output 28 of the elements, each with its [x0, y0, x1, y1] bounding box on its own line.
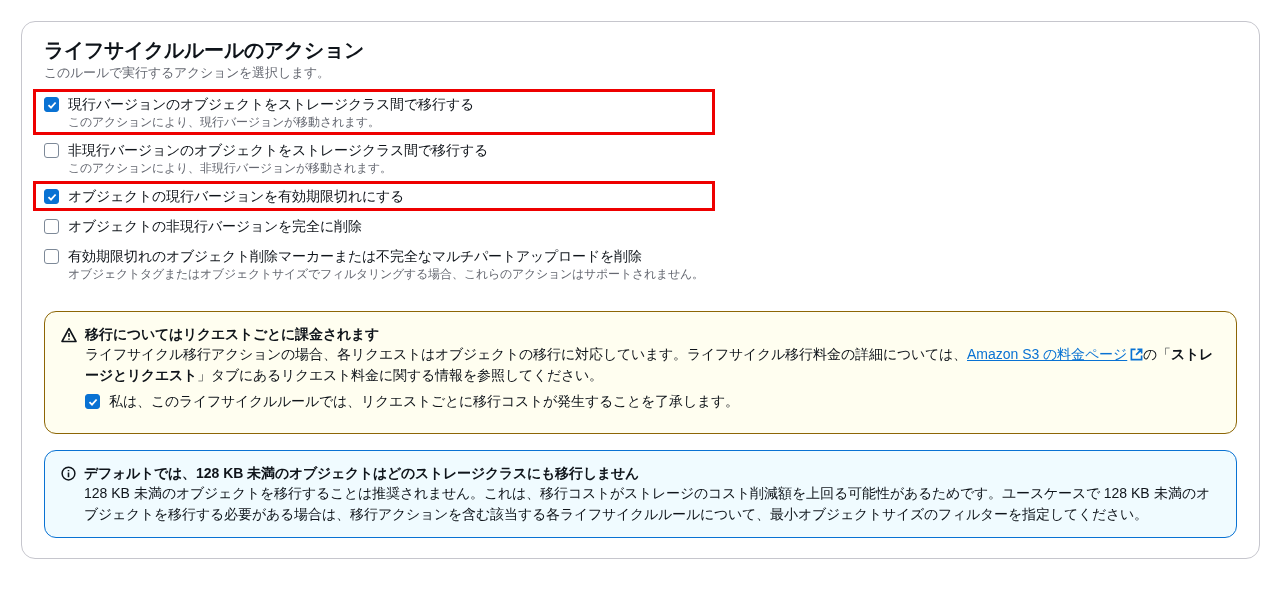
- alert-text: 128 KB 未満のオブジェクトを移行することは推奨されません。これは、移行コストがストレージのコスト削減額を上回る可能性があるためです。ユースケースで 128 KB 未満のオブジェクトを移行する必要がある場合は、移行アクションを含む該当する各ライフサイクルルールについて、最小オブジェクトサイズのフィルターを指定してください。: [84, 484, 1211, 524]
- checkbox[interactable]: [44, 143, 59, 158]
- checkbox[interactable]: [44, 249, 59, 264]
- checkbox[interactable]: [85, 394, 100, 409]
- checkbox[interactable]: [44, 219, 59, 234]
- section-title: ライフサイクルルールのアクション: [44, 38, 364, 63]
- option-label[interactable]: オブジェクトの現行バージョンを有効期限切れにする: [68, 186, 404, 206]
- alert-title: 移行についてはリクエストごとに課金されます: [85, 325, 380, 344]
- option-hint: オブジェクトタグまたはオブジェクトサイズでフィルタリングする場合、これらのアクションはサポートされません。: [68, 266, 704, 282]
- section-description: このルールで実行するアクションを選択します。: [44, 64, 330, 82]
- alert-title: デフォルトでは、128 KB 未満のオブジェクトはどのストレージクラスにも移行しません: [84, 464, 641, 483]
- pricing-link[interactable]: Amazon S3 の料金ページ: [967, 344, 1144, 365]
- option-label[interactable]: オブジェクトの非現行バージョンを完全に削除: [68, 216, 362, 236]
- checkmark-icon: [46, 99, 57, 110]
- alert-text: ライフサイクル移行アクションの場合、各リクエストはオブジェクトの移行に対応しています。ライフサイクル移行料金の詳細については、Amazon S3 の料金ページ の「ストレージとリクエスト」タブにあるリクエスト料金に関する情報を参照してください。: [85, 344, 1215, 385]
- checkbox[interactable]: [44, 97, 59, 112]
- checkmark-icon: [46, 191, 57, 202]
- option-hint: このアクションにより、非現行バージョンが移動されます。: [68, 160, 393, 176]
- option-label[interactable]: 現行バージョンのオブジェクトをストレージクラス間で移行する: [68, 94, 474, 114]
- warning-icon: [61, 327, 77, 343]
- checkmark-icon: [87, 396, 98, 407]
- option-hint: このアクションにより、現行バージョンが移動されます。: [68, 114, 381, 130]
- acknowledge-label[interactable]: 私は、このライフサイクルルールでは、リクエストごとに移行コストが発生することを了承します。: [109, 391, 739, 411]
- info-icon: [61, 466, 76, 481]
- option-label[interactable]: 有効期限切れのオブジェクト削除マーカーまたは不完全なマルチパートアップロードを削除: [68, 246, 704, 266]
- external-link-icon: [1130, 348, 1144, 361]
- checkbox[interactable]: [44, 189, 59, 204]
- option-label[interactable]: 非現行バージョンのオブジェクトをストレージクラス間で移行する: [68, 140, 488, 160]
